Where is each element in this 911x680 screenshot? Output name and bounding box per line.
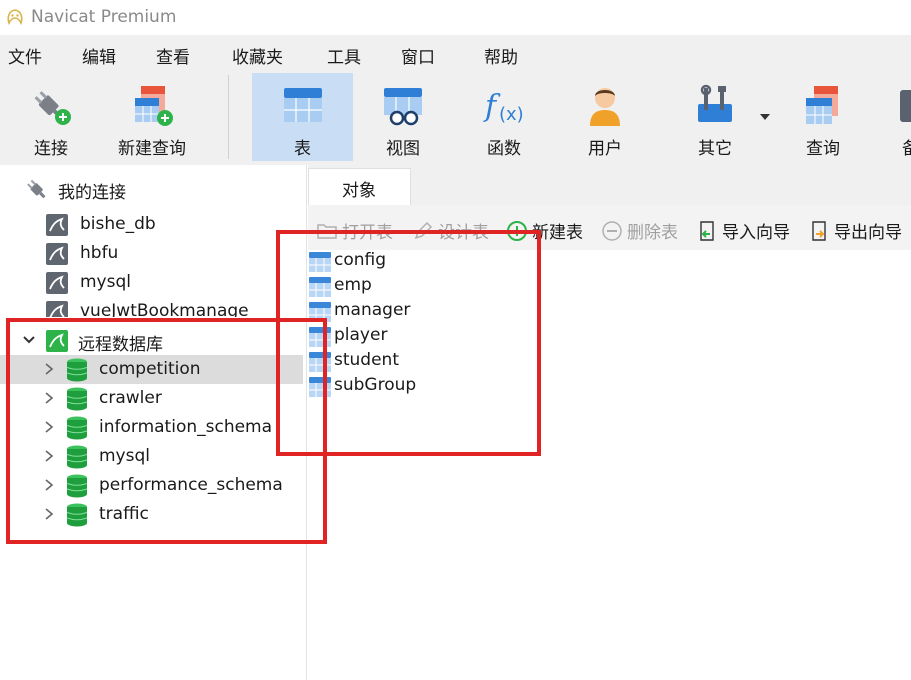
connection-item[interactable]: hbfu	[0, 239, 307, 268]
menu-favorites[interactable]: 收藏夹	[232, 43, 283, 68]
connect-label: 连接	[34, 139, 68, 159]
export-wizard-button[interactable]: 导出向导	[808, 218, 911, 243]
backup-label: 备	[902, 139, 911, 159]
connection-label: hbfu	[80, 243, 119, 263]
mysql-connection-icon	[46, 301, 68, 317]
backup-button[interactable]: 备	[880, 73, 911, 161]
tab-bar: 对象	[308, 165, 911, 205]
other-button[interactable]: 其它	[665, 73, 765, 161]
import-wizard-label: 导入向导	[722, 223, 790, 243]
dropdown-arrow-icon[interactable]	[760, 114, 770, 120]
menu-help[interactable]: 帮助	[484, 43, 518, 68]
mysql-connection-icon	[46, 243, 68, 265]
query-icon	[806, 86, 838, 124]
connection-label: vueJwtBookmanage	[80, 301, 249, 317]
my-connections-label: 我的连接	[58, 183, 126, 203]
view-label: 视图	[386, 139, 420, 159]
plug-icon	[27, 179, 46, 199]
tab-objects-label: 对象	[342, 181, 376, 201]
menu-edit[interactable]: 编辑	[82, 43, 116, 68]
menu-window[interactable]: 窗口	[401, 43, 435, 68]
connection-item[interactable]: bishe_db	[0, 210, 307, 239]
toolbar-separator	[228, 75, 229, 159]
table-icon	[283, 88, 322, 122]
menu-file[interactable]: 文件	[8, 43, 42, 68]
tools-icon	[698, 84, 732, 122]
query-button[interactable]: 查询	[773, 73, 873, 161]
new-query-button[interactable]: 新建查询	[102, 73, 202, 161]
backup-icon	[900, 90, 911, 122]
table-label: 表	[294, 139, 311, 159]
delete-table-label: 删除表	[627, 223, 678, 243]
user-icon	[590, 88, 620, 126]
my-connections-root[interactable]: 我的连接	[0, 174, 307, 203]
function-icon: f (x)	[483, 89, 524, 125]
query-label: 查询	[806, 139, 840, 159]
user-label: 用户	[588, 139, 622, 159]
view-icon	[384, 88, 422, 126]
connect-button[interactable]: 连接	[0, 73, 102, 161]
tab-objects[interactable]: 对象	[308, 168, 411, 205]
view-button[interactable]: 视图	[353, 73, 453, 161]
plug-icon	[34, 91, 71, 125]
window-title: Navicat Premium	[31, 7, 177, 27]
menu-view[interactable]: 查看	[156, 43, 190, 68]
export-icon	[812, 221, 826, 241]
export-wizard-label: 导出向导	[834, 223, 902, 243]
svg-text:(x): (x)	[499, 104, 524, 125]
mysql-connection-icon	[46, 272, 68, 294]
connection-label: mysql	[80, 272, 131, 292]
other-label: 其它	[698, 139, 732, 159]
menu-bar: 文件 编辑 查看 收藏夹 工具 窗口 帮助	[0, 35, 911, 70]
mysql-connection-icon	[46, 214, 68, 236]
import-icon	[700, 221, 714, 241]
navicat-logo-icon	[7, 9, 23, 26]
new-query-icon	[135, 86, 173, 126]
delete-table-button[interactable]: 删除表	[601, 218, 693, 243]
connection-item[interactable]: vueJwtBookmanage	[0, 297, 307, 317]
table-button[interactable]: 表	[252, 73, 353, 161]
remove-circle-icon	[602, 221, 622, 241]
import-wizard-button[interactable]: 导入向导	[696, 218, 801, 243]
user-button[interactable]: 用户	[555, 73, 655, 161]
connection-label: bishe_db	[80, 214, 156, 234]
annotation-box-tables	[276, 230, 541, 456]
new-query-label: 新建查询	[118, 139, 186, 159]
title-bar: Navicat Premium	[0, 0, 911, 35]
main-toolbar: 连接 新建查询 表 视图 f (x) 函数 用户 其它 查询 备	[0, 70, 911, 165]
function-label: 函数	[487, 139, 521, 159]
connection-item[interactable]: mysql	[0, 268, 307, 297]
function-button[interactable]: f (x) 函数	[453, 73, 555, 161]
menu-tools[interactable]: 工具	[327, 43, 361, 68]
